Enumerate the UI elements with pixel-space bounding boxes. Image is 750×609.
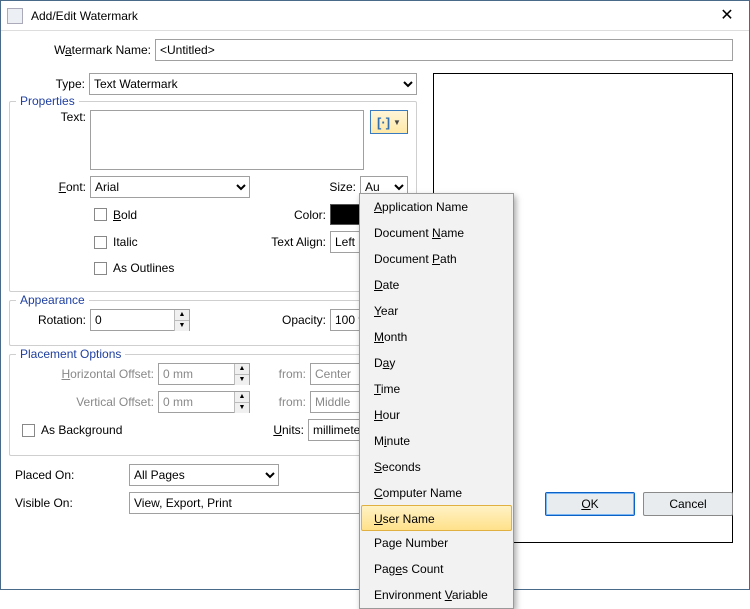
placement-title: Placement Options [16,347,125,361]
macro-menu-item[interactable]: Computer Name [360,480,513,506]
as-outlines-checkbox[interactable]: As Outlines [94,259,174,277]
macro-menu-item[interactable]: Seconds [360,454,513,480]
macro-menu-item[interactable]: Document Name [360,220,513,246]
app-icon [7,8,23,24]
as-background-checkbox[interactable]: As Background [22,421,122,439]
v-offset-spinner[interactable]: 0 mm ▲▼ [158,391,250,413]
window-title: Add/Edit Watermark [31,1,705,31]
macro-menu-item[interactable]: Hour [360,402,513,428]
color-label: Color: [177,208,330,222]
chevron-down-icon: ▼ [393,118,401,127]
h-from-label: from: [250,367,310,381]
h-offset-spinner[interactable]: 0 mm ▲▼ [158,363,250,385]
type-label: Type: [9,77,89,91]
placement-group: Placement Options Horizontal Offset: 0 m… [9,354,417,456]
rotation-label: Rotation: [18,313,90,327]
placed-on-label: Placed On: [9,468,129,482]
dialog-window: Add/Edit Watermark ✕ Watermark Name: Typ… [0,0,750,590]
macro-menu-item[interactable]: Document Path [360,246,513,272]
font-label: Font: [18,180,90,194]
type-select[interactable]: Text Watermark [89,73,417,95]
macro-menu-item[interactable]: Minute [360,428,513,454]
units-label: Units: [162,423,308,437]
font-select[interactable]: Arial [90,176,250,198]
placed-on-select[interactable]: All Pages [129,464,279,486]
bold-checkbox[interactable]: Bold [94,206,137,224]
text-input[interactable] [90,110,364,170]
cancel-button[interactable]: Cancel [643,492,733,516]
text-label: Text: [18,110,90,124]
titlebar[interactable]: Add/Edit Watermark ✕ [1,1,749,31]
close-button[interactable]: ✕ [705,1,749,30]
macro-menu-item[interactable]: Page Number [360,530,513,556]
macro-menu-item[interactable]: Application Name [360,194,513,220]
rotation-spinner[interactable]: 0 ▲▼ [90,309,190,331]
appearance-title: Appearance [16,293,89,307]
watermark-name-label: Watermark Name: [13,43,155,57]
v-offset-label: Vertical Offset: [18,395,158,409]
properties-group: Properties Text: [·] ▼ Font: [9,101,417,292]
opacity-label: Opacity: [190,313,330,327]
macro-menu: Application NameDocument NameDocument Pa… [359,193,514,609]
macro-menu-item[interactable]: Environment Variable [360,582,513,608]
client-area: Watermark Name: Type: Text Watermark Pro… [1,31,749,528]
macro-menu-item[interactable]: Time [360,376,513,402]
text-align-label: Text Align: [178,235,330,249]
properties-title: Properties [16,94,79,108]
macro-menu-item[interactable]: Month [360,324,513,350]
macro-menu-item[interactable]: Day [360,350,513,376]
macro-menu-item[interactable]: Date [360,272,513,298]
appearance-group: Appearance Rotation: 0 ▲▼ Opacity: 100 %… [9,300,417,346]
macro-menu-item[interactable]: User Name [361,505,512,531]
visible-on-label: Visible On: [9,496,129,510]
italic-checkbox[interactable]: Italic [94,233,138,251]
size-label: Size: [250,180,360,194]
macro-button[interactable]: [·] ▼ [370,110,408,134]
macro-menu-item[interactable]: Year [360,298,513,324]
v-from-label: from: [250,395,310,409]
ok-button[interactable]: OK [545,492,635,516]
macro-icon: [·] [377,115,390,130]
macro-menu-item[interactable]: Pages Count [360,556,513,582]
h-offset-label: Horizontal Offset: [18,367,158,381]
watermark-name-input[interactable] [155,39,733,61]
